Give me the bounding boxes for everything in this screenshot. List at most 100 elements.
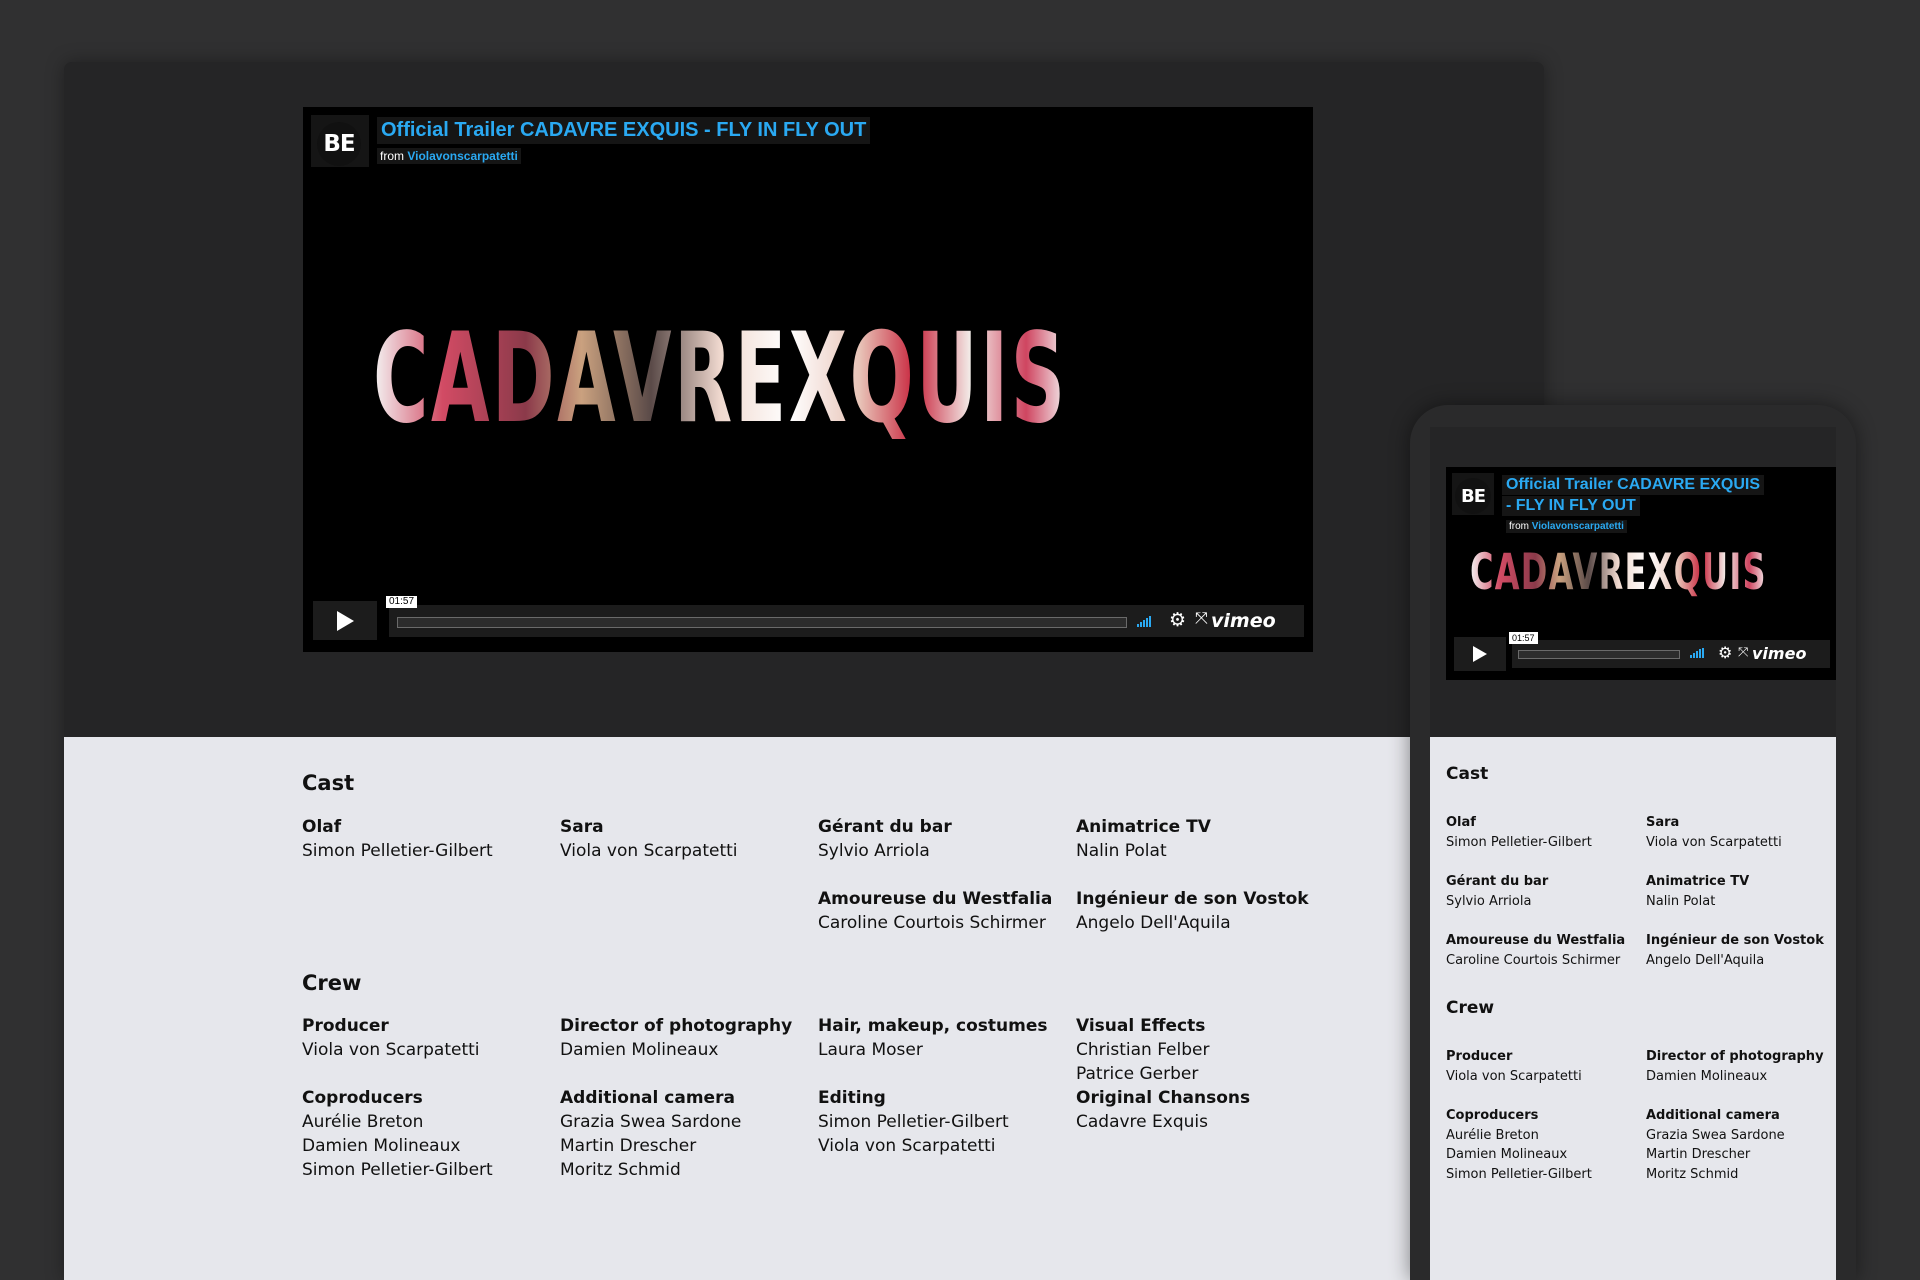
video-title-line-2[interactable]: - FLY IN FLY OUT <box>1502 496 1640 516</box>
crew-entry: Visual Effects Christian Felber Patrice … <box>1076 1014 1209 1086</box>
crew-name: Patrice Gerber <box>1076 1064 1199 1084</box>
cast-name: Simon Pelletier-Gilbert <box>302 841 493 861</box>
crew-name: Moritz Schmid <box>560 1160 681 1180</box>
cast-role: Olaf <box>302 817 342 837</box>
cast-name: Viola von Scarpatetti <box>560 841 738 861</box>
cast-role: Gérant du bar <box>818 817 952 837</box>
cast-name: Sylvio Arriola <box>1446 893 1532 909</box>
cast-entry: Ingénieur de son Vostok Angelo Dell'Aqui… <box>1076 887 1309 935</box>
cast-name: Angelo Dell'Aquila <box>1076 913 1231 933</box>
mobile-credits-section: Cast Olaf Simon Pelletier-Gilbert Sara V… <box>1430 737 1836 1280</box>
progress-track: 01:57 ⚙ ⤧ vimeo <box>1509 632 1830 668</box>
cast-role: Animatrice TV <box>1646 874 1750 889</box>
cast-name: Caroline Courtois Schirmer <box>1446 952 1621 968</box>
brand-logo[interactable]: BE <box>1455 478 1491 514</box>
play-icon <box>1473 646 1487 662</box>
cast-role: Sara <box>560 817 604 837</box>
crew-name: Simon Pelletier-Gilbert <box>1446 1166 1592 1182</box>
progress-bar[interactable] <box>397 616 1127 628</box>
mobile-device-mockup: BE Official Trailer CADAVRE EXQUIS - FLY… <box>1410 405 1856 1280</box>
volume-icon[interactable] <box>1690 647 1704 658</box>
cast-role: Amoureuse du Westfalia <box>818 889 1053 909</box>
crew-entry: Hair, makeup, costumes Laura Moser <box>818 1014 1047 1062</box>
crew-name: Viola von Scarpatetti <box>818 1136 996 1156</box>
cast-entry: Olaf Simon Pelletier-Gilbert <box>302 815 493 863</box>
gear-icon[interactable]: ⚙ <box>1169 609 1186 632</box>
crew-name: Cadavre Exquis <box>1076 1112 1208 1132</box>
crew-role: Coproducers <box>302 1088 423 1108</box>
crew-name: Martin Drescher <box>560 1136 697 1156</box>
film-title-card: CADAVREXQUIS <box>1470 543 1767 601</box>
crew-entry: Original Chansons Cadavre Exquis <box>1076 1086 1250 1134</box>
cast-entry: Olaf Simon Pelletier-Gilbert <box>1446 813 1592 852</box>
crew-entry: Editing Simon Pelletier-Gilbert Viola vo… <box>818 1086 1009 1158</box>
crew-name: Damien Molineaux <box>560 1040 719 1060</box>
crew-name: Aurélie Breton <box>1446 1127 1539 1143</box>
crew-role: Original Chansons <box>1076 1088 1251 1108</box>
cast-role: Ingénieur de son Vostok <box>1076 889 1309 909</box>
crew-role: Producer <box>1446 1049 1513 1064</box>
crew-role: Director of photography <box>560 1016 793 1036</box>
cast-name: Caroline Courtois Schirmer <box>818 913 1046 933</box>
crew-name: Damien Molineaux <box>302 1136 461 1156</box>
cast-name: Sylvio Arriola <box>818 841 930 861</box>
crew-role: Coproducers <box>1446 1108 1539 1123</box>
cast-entry: Animatrice TV Nalin Polat <box>1646 872 1749 911</box>
crew-name: Grazia Swea Sardone <box>560 1112 742 1132</box>
cast-name: Angelo Dell'Aquila <box>1646 952 1765 968</box>
cast-entry: Amoureuse du Westfalia Caroline Courtois… <box>1446 931 1625 970</box>
video-controls: 01:57 ⚙ ⤧ vimeo <box>1454 632 1834 671</box>
vimeo-logo[interactable]: vimeo <box>1211 610 1276 632</box>
video-byline: from Violavonscarpatetti <box>377 148 521 164</box>
credits: Cast Olaf Simon Pelletier-Gilbert Sara V… <box>1446 737 1826 1277</box>
crew-entry: Additional camera Grazia Swea Sardone Ma… <box>1646 1106 1785 1184</box>
crew-name: Damien Molineaux <box>1446 1147 1568 1162</box>
mobile-video-player[interactable]: BE Official Trailer CADAVRE EXQUIS - FLY… <box>1446 467 1836 680</box>
fullscreen-icon[interactable]: ⤧ <box>1195 610 1208 628</box>
cast-role: Olaf <box>1446 815 1476 830</box>
author-link[interactable]: Violavonscarpatetti <box>1532 521 1624 532</box>
crew-entry: Coproducers Aurélie Breton Damien Moline… <box>1446 1106 1592 1184</box>
progress-bar[interactable] <box>1518 650 1680 659</box>
from-label: from <box>380 149 404 163</box>
crew-name: Simon Pelletier-Gilbert <box>302 1160 493 1180</box>
cast-entry: Sara Viola von Scarpatetti <box>560 815 738 863</box>
fullscreen-icon[interactable]: ⤧ <box>1738 644 1748 660</box>
cast-entry: Ingénieur de son Vostok Angelo Dell'Aqui… <box>1646 931 1824 970</box>
crew-name: Laura Moser <box>818 1040 923 1060</box>
crew-name: Viola von Scarpatetti <box>1446 1068 1582 1084</box>
cast-role: Ingénieur de son Vostok <box>1646 933 1824 948</box>
gear-icon[interactable]: ⚙ <box>1718 643 1732 663</box>
brand-logo[interactable]: BE <box>317 122 361 166</box>
crew-role: Editing <box>818 1088 886 1108</box>
author-link[interactable]: Violavonscarpatetti <box>407 149 517 163</box>
cast-role: Animatrice TV <box>1076 817 1211 837</box>
crew-entry: Producer Viola von Scarpatetti <box>302 1014 480 1062</box>
duration-label: 01:57 <box>386 595 418 608</box>
crew-name: Viola von Scarpatetti <box>302 1040 480 1060</box>
crew-entry: Director of photography Damien Molineaux <box>560 1014 792 1062</box>
film-title-card: CADAVREXQUIS <box>373 307 1068 451</box>
duration-label: 01:57 <box>1509 632 1538 644</box>
vimeo-logo[interactable]: vimeo <box>1752 644 1806 663</box>
video-byline: from Violavonscarpatetti <box>1506 520 1627 533</box>
video-title-link[interactable]: Official Trailer CADAVRE EXQUIS - FLY IN… <box>377 117 871 144</box>
cast-name: Viola von Scarpatetti <box>1646 834 1782 850</box>
crew-entry: Producer Viola von Scarpatetti <box>1446 1047 1582 1086</box>
play-button[interactable] <box>1454 637 1506 671</box>
play-button[interactable] <box>313 601 377 640</box>
volume-icon[interactable] <box>1137 614 1151 627</box>
crew-entry: Additional camera Grazia Swea Sardone Ma… <box>560 1086 741 1182</box>
crew-name: Damien Molineaux <box>1646 1068 1768 1084</box>
cast-entry: Amoureuse du Westfalia Caroline Courtois… <box>818 887 1052 935</box>
credits-section: Cast Olaf Simon Pelletier-Gilbert Sara V… <box>64 737 1544 1280</box>
crew-role: Visual Effects <box>1076 1016 1206 1036</box>
crew-name: Christian Felber <box>1076 1040 1210 1060</box>
video-player[interactable]: BE Official Trailer CADAVRE EXQUIS - FLY… <box>303 107 1313 652</box>
crew-heading: Crew <box>302 971 362 995</box>
cast-entry: Gérant du bar Sylvio Arriola <box>1446 872 1548 911</box>
mobile-screen: BE Official Trailer CADAVRE EXQUIS - FLY… <box>1430 427 1836 1280</box>
cast-entry: Gérant du bar Sylvio Arriola <box>818 815 952 863</box>
crew-entry: Director of photography Damien Molineaux <box>1646 1047 1824 1086</box>
video-title-line-1[interactable]: Official Trailer CADAVRE EXQUIS <box>1502 475 1764 495</box>
